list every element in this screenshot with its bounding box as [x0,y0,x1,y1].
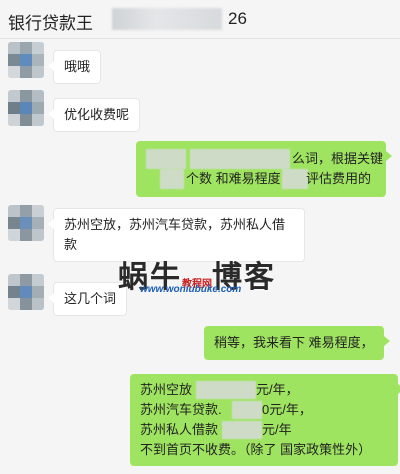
redaction [222,421,262,439]
contact-avatar[interactable] [8,90,44,126]
message-text: 么词，根据关键 [292,151,384,166]
message-text: 这几个词 [64,291,117,306]
contact-avatar[interactable] [8,42,44,78]
message-text: 哦哦 [64,59,91,74]
message-text: 元/年 [262,422,292,437]
redaction [282,169,308,189]
message-bubble: 优化收费呢 [47,98,141,132]
watermark: 蜗牛教程网博客 www.woniubuke.com [118,252,288,296]
message-text: 苏州空放 [140,382,193,397]
chat-title: 银行贷款王 [8,14,93,33]
message-bubble-outgoing: 么词，根据关键 个数 和难易程度 评估费用的 [136,141,392,197]
redaction [160,169,184,189]
watermark-url: www.woniubuke.com [140,284,242,295]
redaction [190,149,290,169]
message-text: 苏州汽车贷款. [140,402,222,417]
message-text: 稍等，我来看下 难易程度， [214,335,374,350]
message-text: 个数 和难易程度 [186,171,281,186]
message-text: 不到首页不收费。（除了 国家政策性外） [140,442,372,457]
message-text: 元/年， [256,382,299,397]
message-text: 优化收费呢 [64,107,130,122]
chat-title-bar: 银行贷款王 26 [0,0,400,39]
message-text: 苏州私人借款 [140,422,219,437]
message-text: 0元/年， [262,402,312,417]
contact-avatar[interactable] [8,274,44,310]
message-bubble-outgoing: 苏州空放 元/年， 苏州汽车贷款. 0元/年， 苏州私人借款 元/年 不到首页不… [130,374,400,466]
message-text: 苏州空放，苏州汽车贷款，苏州私人借 [64,217,286,232]
title-redaction [112,8,222,30]
chat-title-suffix: 26 [228,9,247,28]
message-bubble: 这几个词 [47,282,128,316]
message-bubble-outgoing: 稍等，我来看下 难易程度， [204,326,390,360]
redaction [196,381,256,399]
redaction [232,401,262,419]
message-bubble: 哦哦 [47,50,102,84]
redaction [146,149,186,169]
message-text: 评估费用的 [306,171,372,186]
contact-avatar[interactable] [8,205,44,241]
